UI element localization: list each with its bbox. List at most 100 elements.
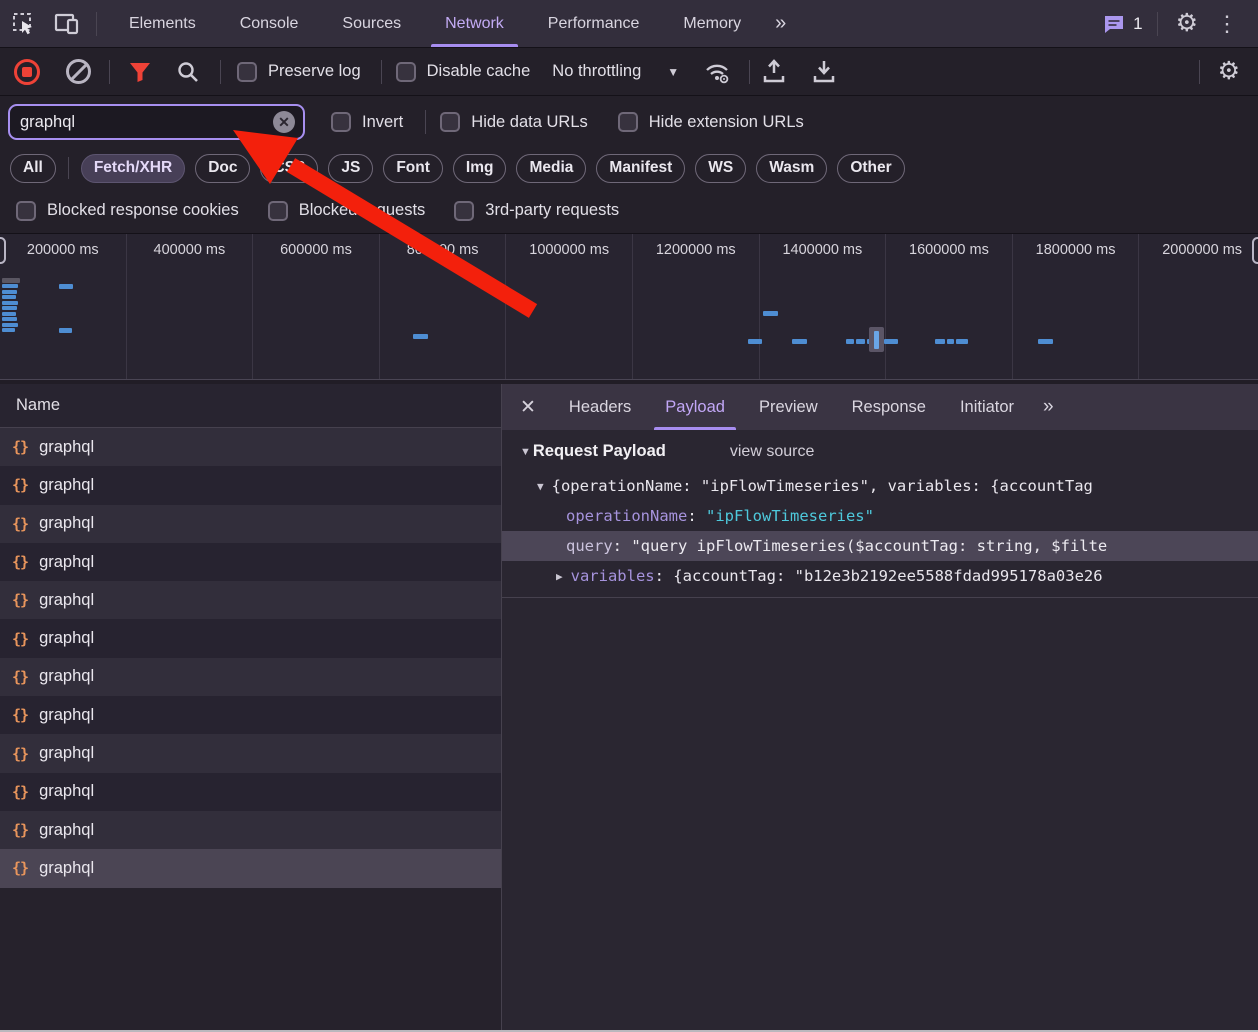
settings-gear-icon[interactable]: ⚙ (1168, 11, 1206, 36)
checkbox[interactable] (16, 200, 36, 221)
chip-doc[interactable]: Doc (195, 153, 251, 183)
payload-property-query[interactable]: query: "query ipFlowTimeseries($accountT… (502, 531, 1258, 561)
checkbox[interactable] (267, 200, 288, 221)
blocked-requests-checkbox[interactable]: Blocked requests (267, 200, 425, 221)
tab-elements[interactable]: Elements (107, 0, 218, 47)
filter-funnel-icon[interactable] (128, 61, 152, 83)
tab-preview[interactable]: Preview (742, 384, 835, 430)
name-column-header[interactable]: Name (0, 384, 501, 428)
export-har-icon[interactable] (812, 59, 836, 84)
checkbox[interactable] (454, 200, 475, 221)
tab-headers[interactable]: Headers (552, 384, 648, 430)
search-icon[interactable] (176, 60, 200, 84)
table-row[interactable]: {} graphql (0, 466, 501, 505)
tab-performance[interactable]: Performance (526, 0, 662, 47)
blocked-response-cookies-checkbox[interactable]: Blocked response cookies (16, 200, 239, 221)
request-payload-title[interactable]: ▼ Request Payload (520, 442, 666, 461)
preserve-log-checkbox[interactable]: Preserve log (237, 61, 361, 82)
kebab-menu-icon[interactable]: ⋮ (1206, 11, 1248, 37)
tab-sources[interactable]: Sources (320, 0, 423, 47)
timeline-request-bar[interactable] (59, 284, 73, 289)
timeline-request-bar[interactable] (846, 339, 854, 344)
checkbox[interactable] (617, 112, 638, 132)
timeline-request-bar[interactable] (2, 328, 15, 332)
more-tabs-icon[interactable]: » (763, 0, 795, 47)
table-row[interactable]: {} graphql (0, 772, 501, 811)
table-row[interactable]: {} graphql (0, 696, 501, 735)
checkbox[interactable] (395, 61, 416, 82)
table-row[interactable]: {} graphql (0, 849, 501, 888)
table-row[interactable]: {} graphql (0, 657, 501, 697)
timeline-request-bar[interactable] (935, 339, 945, 344)
timeline-request-bar[interactable] (2, 295, 16, 299)
chip-js[interactable]: JS (328, 153, 374, 183)
timeline-request-bar[interactable] (2, 322, 18, 327)
chip-wasm[interactable]: Wasm (756, 153, 828, 183)
chip-media[interactable]: Media (516, 153, 587, 183)
issues-chat-icon[interactable] (1102, 12, 1126, 36)
chip-fetch-xhr[interactable]: Fetch/XHR (80, 153, 186, 183)
payload-property-operationName[interactable]: operationName: "ipFlowTimeseries" (502, 501, 1258, 531)
3rd-party-requests-checkbox[interactable]: 3rd-party requests (454, 200, 619, 221)
table-row[interactable]: {} graphql (0, 619, 501, 658)
chip-img[interactable]: Img (452, 153, 507, 183)
table-row[interactable]: {} graphql (0, 542, 501, 582)
timeline-request-bar[interactable] (2, 300, 18, 305)
collapse-triangle-icon[interactable]: ▼ (537, 480, 544, 493)
chip-css[interactable]: CSS (260, 153, 319, 183)
filter-input[interactable]: graphql ✕ (8, 104, 305, 140)
record-network-log-button[interactable] (14, 58, 40, 85)
timeline-request-bar[interactable] (2, 284, 18, 288)
timeline-request-bar[interactable] (947, 339, 954, 344)
timeline-selected-request-marker[interactable] (869, 327, 884, 352)
more-detail-tabs-icon[interactable]: » (1031, 384, 1063, 430)
timeline-request-bar[interactable] (413, 334, 428, 339)
timeline-right-handle[interactable] (1252, 237, 1258, 264)
filter-input-value[interactable]: graphql (20, 113, 273, 132)
timeline-request-bar[interactable] (2, 289, 17, 294)
timeline-request-bar[interactable] (856, 339, 865, 344)
hide-extension-urls-checkbox[interactable]: Hide extension URLs (617, 112, 804, 132)
payload-property-variables[interactable]: ▶ variables: {accountTag: "b12e3b2192ee55… (502, 561, 1258, 591)
close-details-icon[interactable]: ✕ (502, 384, 552, 430)
timeline-left-handle[interactable] (0, 237, 6, 264)
clear-filter-icon[interactable]: ✕ (273, 111, 295, 133)
timeline-request-bar[interactable] (2, 306, 17, 310)
checkbox[interactable] (237, 61, 257, 82)
table-row[interactable]: {} graphql (0, 428, 501, 467)
throttling-dropdown[interactable]: No throttling ▼ (552, 62, 679, 81)
chip-font[interactable]: Font (383, 153, 443, 183)
invert-checkbox[interactable]: Invert (331, 112, 403, 132)
table-row[interactable]: {} graphql (0, 734, 501, 773)
hide-data-urls-checkbox[interactable]: Hide data URLs (440, 112, 588, 132)
clear-network-log-button[interactable] (66, 59, 91, 84)
chip-manifest[interactable]: Manifest (596, 153, 686, 183)
timeline-request-bar[interactable] (956, 339, 968, 344)
checkbox[interactable] (440, 112, 461, 132)
timeline-request-bar[interactable] (59, 328, 72, 333)
table-row[interactable]: {} graphql (0, 810, 501, 850)
device-toolbar-icon[interactable] (54, 12, 80, 36)
tab-payload[interactable]: Payload (648, 384, 742, 430)
inspect-element-icon[interactable] (12, 12, 36, 36)
timeline-request-bar[interactable] (763, 311, 778, 316)
network-settings-gear-icon[interactable]: ⚙ (1210, 59, 1248, 84)
table-row[interactable]: {} graphql (0, 581, 501, 620)
view-source-link[interactable]: view source (730, 443, 814, 461)
chip-other[interactable]: Other (837, 153, 905, 183)
import-har-icon[interactable] (762, 59, 786, 84)
payload-summary-line[interactable]: ▼ {operationName: "ipFlowTimeseries", va… (502, 471, 1258, 501)
network-conditions-icon[interactable] (703, 60, 731, 84)
timeline-request-bar[interactable] (748, 339, 762, 344)
disable-cache-checkbox[interactable]: Disable cache (395, 61, 530, 82)
tab-network[interactable]: Network (423, 0, 526, 47)
issues-count[interactable]: 1 (1133, 14, 1142, 34)
collapse-triangle-icon[interactable]: ▼ (520, 446, 531, 458)
tab-console[interactable]: Console (218, 0, 321, 47)
tab-response[interactable]: Response (835, 384, 943, 430)
timeline-request-bar[interactable] (884, 339, 898, 344)
timeline-request-bar[interactable] (792, 339, 807, 344)
timeline-request-bar[interactable] (2, 311, 16, 316)
tab-initiator[interactable]: Initiator (943, 384, 1031, 430)
table-row[interactable]: {} graphql (0, 504, 501, 543)
